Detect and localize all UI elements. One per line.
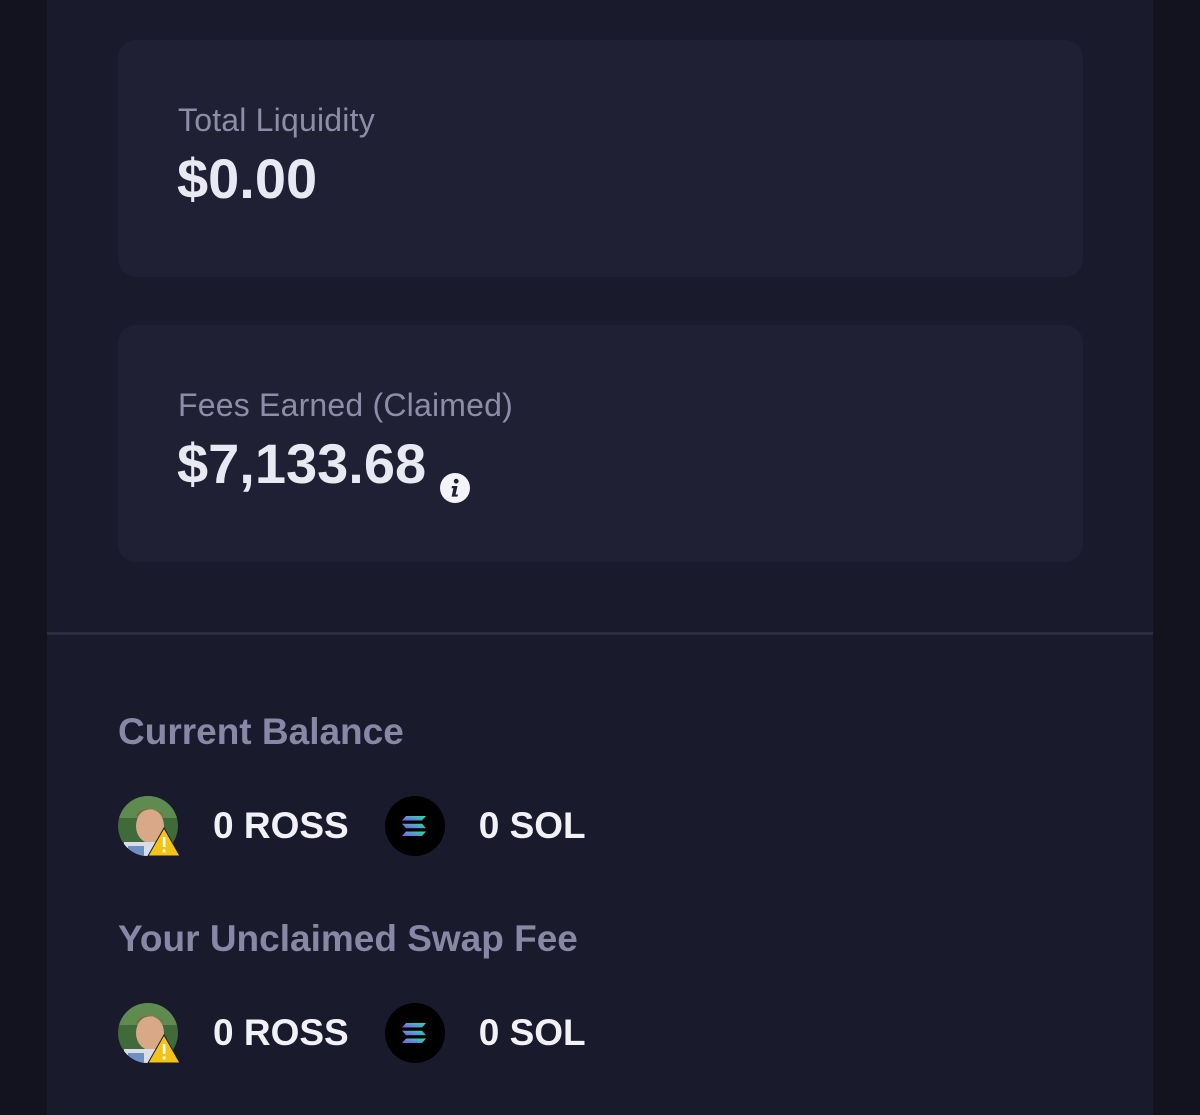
fees-earned-value: $7,133.68 bbox=[177, 431, 471, 503]
ross-balance-amount: 0 ROSS bbox=[213, 805, 349, 846]
sol-balance-amount: 0 SOL bbox=[478, 805, 586, 846]
unclaimed-fee-row: 0 ROSS 0 SOL bbox=[118, 1003, 586, 1064]
total-liquidity-amount: $0.00 bbox=[177, 147, 318, 210]
current-balance-title: Current Balance bbox=[118, 711, 404, 752]
ross-token-avatar bbox=[118, 796, 180, 857]
fees-earned-label: Fees Earned (Claimed) bbox=[178, 387, 513, 423]
section-divider bbox=[47, 632, 1153, 635]
position-panel: Total Liquidity $0.00 Fees Earned (Claim… bbox=[47, 0, 1153, 1115]
solana-logo-icon bbox=[384, 1003, 445, 1063]
fees-earned-amount: $7,133.68 bbox=[177, 432, 427, 495]
unclaimed-swap-fee-title: Your Unclaimed Swap Fee bbox=[118, 918, 578, 959]
total-liquidity-value: $0.00 bbox=[177, 146, 317, 211]
total-liquidity-card: Total Liquidity $0.00 bbox=[118, 40, 1083, 277]
sol-unclaimed-amount: 0 SOL bbox=[478, 1012, 586, 1053]
info-icon[interactable] bbox=[440, 451, 471, 503]
ross-token-avatar bbox=[118, 1003, 180, 1064]
current-balance-row: 0 ROSS 0 SOL bbox=[118, 796, 586, 857]
ross-unclaimed-amount: 0 ROSS bbox=[213, 1012, 349, 1053]
solana-logo-icon bbox=[384, 796, 445, 856]
total-liquidity-label: Total Liquidity bbox=[178, 102, 375, 138]
fees-earned-card: Fees Earned (Claimed) $7,133.68 bbox=[118, 325, 1083, 562]
